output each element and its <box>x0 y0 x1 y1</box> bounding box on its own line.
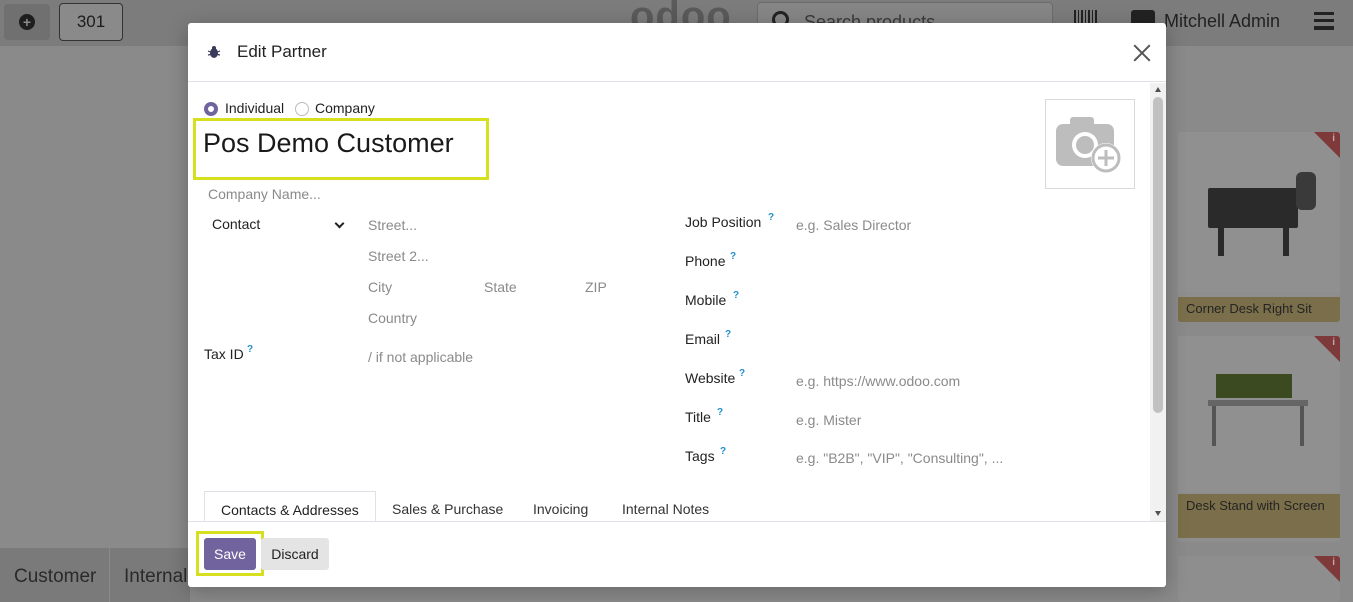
partner-name-input[interactable]: Pos Demo Customer <box>203 128 454 159</box>
info-badge[interactable] <box>1314 556 1340 582</box>
title-select[interactable]: e.g. Mister <box>796 412 861 428</box>
website-input[interactable]: e.g. https://www.odoo.com <box>796 373 960 389</box>
phone-label: Phone <box>685 253 726 269</box>
photo-upload[interactable] <box>1045 99 1135 189</box>
scroll-thumb[interactable] <box>1153 97 1163 413</box>
dialog-body: Individual Company Pos Demo Customer Com… <box>188 83 1166 521</box>
product-name: Desk Stand with Screen <box>1178 494 1340 538</box>
help-icon[interactable]: ? <box>720 446 726 457</box>
title-label: Title <box>685 409 711 425</box>
user-name[interactable]: Mitchell Admin <box>1164 11 1280 32</box>
dialog-footer: Save Discard <box>188 521 1166 587</box>
info-badge[interactable] <box>1314 336 1340 362</box>
internal-note-button[interactable]: Internal <box>110 548 190 602</box>
new-order-button[interactable]: + <box>4 4 50 40</box>
help-icon[interactable]: ? <box>739 368 745 379</box>
order-tab[interactable]: 301 <box>59 3 123 41</box>
help-icon[interactable]: ? <box>730 251 736 262</box>
product-grid: i Corner Desk Right Sit i Desk Stand wit… <box>1170 46 1353 602</box>
help-icon[interactable]: ? <box>733 290 739 301</box>
chevron-down-icon <box>334 218 345 229</box>
notebook-tabs: Contacts & Addresses Sales & Purchase In… <box>188 491 1150 521</box>
address-type-value: Contact <box>212 216 261 232</box>
website-label: Website <box>685 370 736 386</box>
product-card[interactable]: i <box>1178 556 1340 602</box>
scrollbar[interactable] <box>1150 83 1166 521</box>
info-badge[interactable] <box>1314 132 1340 158</box>
bug-icon[interactable] <box>207 45 221 59</box>
radio-company[interactable] <box>295 102 309 116</box>
customer-button[interactable]: Customer <box>0 548 109 602</box>
help-icon[interactable]: ? <box>768 212 774 223</box>
scroll-down-arrow-icon[interactable] <box>1155 511 1161 516</box>
plus-icon: + <box>19 14 35 30</box>
help-icon[interactable]: ? <box>717 407 723 418</box>
scroll-up-arrow-icon[interactable] <box>1155 87 1161 92</box>
phone-input[interactable] <box>796 256 1096 274</box>
info-icon: i <box>1332 557 1335 568</box>
hamburger-menu-icon[interactable] <box>1314 12 1334 30</box>
radio-individual-label[interactable]: Individual <box>225 100 284 116</box>
company-name-input[interactable]: Company Name... <box>208 186 321 202</box>
info-icon: i <box>1332 337 1335 348</box>
dialog-header: Edit Partner <box>188 23 1166 82</box>
tab-contacts-addresses[interactable]: Contacts & Addresses <box>204 491 376 521</box>
mobile-label: Mobile <box>685 292 727 308</box>
job-position-input[interactable]: e.g. Sales Director <box>796 217 911 233</box>
help-icon[interactable]: ? <box>247 344 253 355</box>
job-position-label: Job Position <box>685 214 762 230</box>
help-icon[interactable]: ? <box>725 329 731 340</box>
radio-company-label[interactable]: Company <box>315 100 375 116</box>
close-icon[interactable] <box>1132 43 1152 63</box>
tab-invoicing[interactable]: Invoicing <box>517 491 604 521</box>
tab-sales-purchase[interactable]: Sales & Purchase <box>376 491 519 521</box>
save-button[interactable]: Save <box>204 538 256 570</box>
country-select[interactable]: Country <box>368 310 417 326</box>
tags-label: Tags <box>685 448 715 464</box>
camera-plus-icon <box>1056 117 1121 173</box>
product-card[interactable]: i Desk Stand with Screen <box>1178 336 1340 542</box>
street2-input[interactable]: Street 2... <box>368 248 429 264</box>
tags-input[interactable]: e.g. "B2B", "VIP", "Consulting", ... <box>796 450 1003 466</box>
tab-internal-notes[interactable]: Internal Notes <box>606 491 725 521</box>
zip-input[interactable]: ZIP <box>585 279 607 295</box>
dialog-title: Edit Partner <box>237 42 327 61</box>
city-input[interactable]: City <box>368 279 392 295</box>
tax-id-input[interactable]: / if not applicable <box>368 349 473 365</box>
mobile-input[interactable] <box>796 295 1096 313</box>
email-label: Email <box>685 331 721 347</box>
product-card[interactable]: i Corner Desk Right Sit <box>1178 132 1340 322</box>
address-type-select[interactable]: Contact <box>212 216 348 238</box>
product-name: Corner Desk Right Sit <box>1178 297 1340 322</box>
discard-button[interactable]: Discard <box>261 538 329 570</box>
state-select[interactable]: State <box>484 279 517 295</box>
tax-id-label: Tax ID <box>204 346 244 362</box>
edit-partner-dialog: Edit Partner Individual Company Pos Demo… <box>188 23 1166 587</box>
street-input[interactable]: Street... <box>368 217 417 233</box>
email-input[interactable] <box>796 334 1096 352</box>
info-icon: i <box>1332 133 1335 144</box>
radio-individual[interactable] <box>204 102 218 116</box>
